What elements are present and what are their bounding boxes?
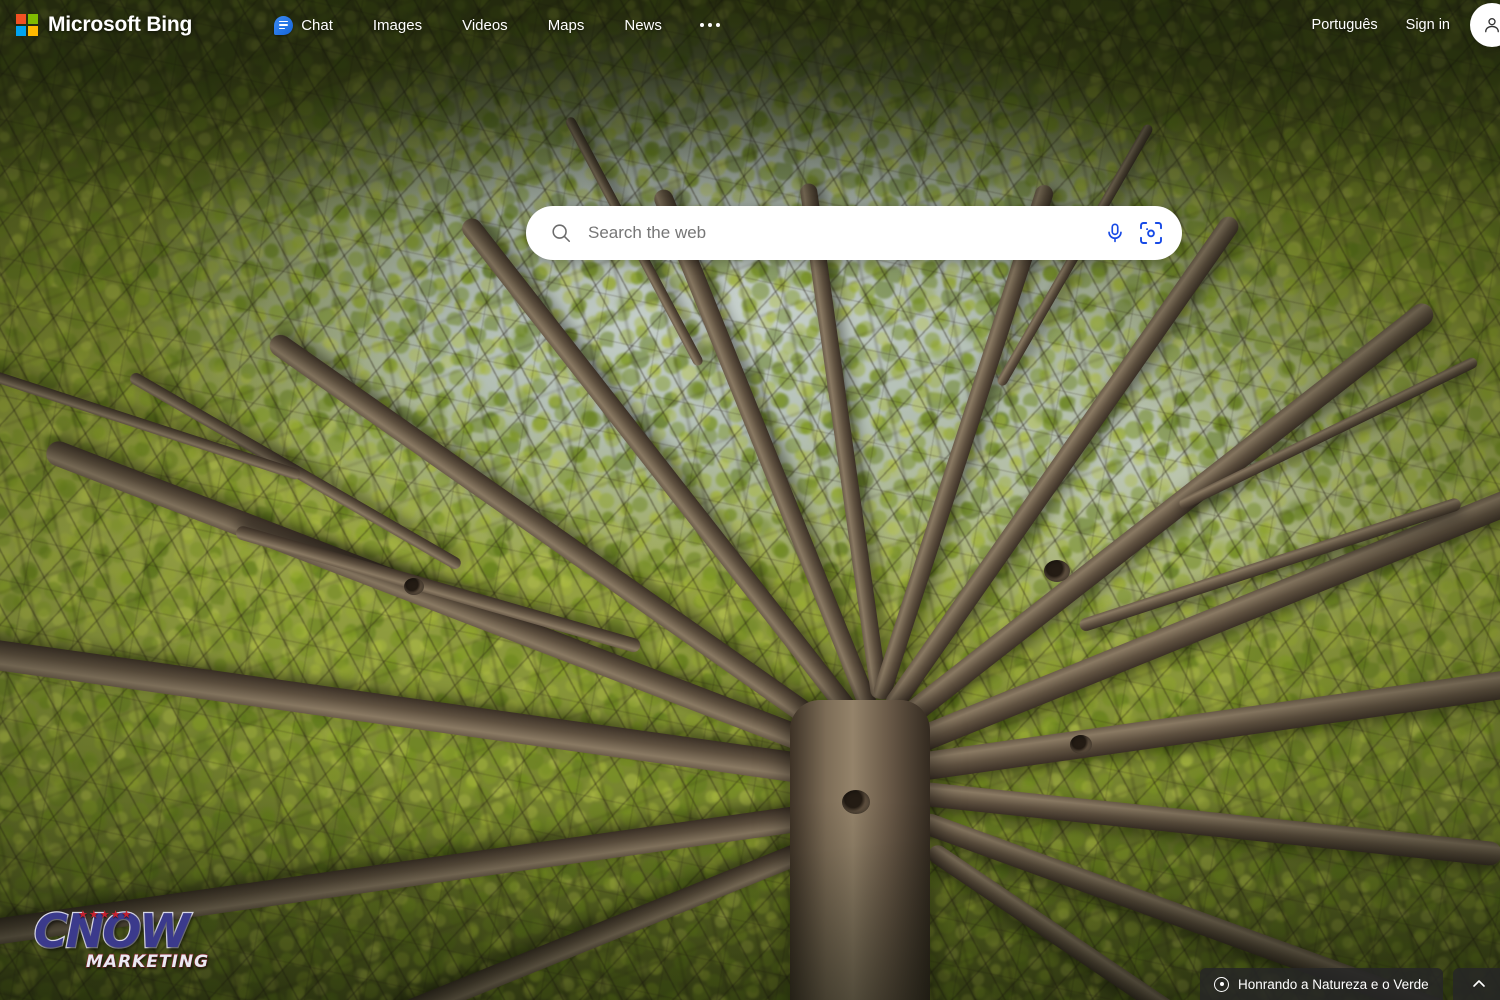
caption-text: Honrando a Natureza e o Verde: [1238, 976, 1429, 992]
person-account-icon[interactable]: [1470, 3, 1500, 47]
nav-item-maps[interactable]: Maps: [528, 11, 605, 40]
watermark-stars: ★★★★★: [78, 909, 133, 921]
nav-label-videos: Videos: [462, 16, 508, 34]
chat-bubble-icon: [274, 15, 294, 35]
background-image: [0, 0, 1500, 1000]
search-icon: [550, 222, 572, 244]
image-caption-bar[interactable]: Honrando a Natureza e o Verde: [1200, 968, 1443, 1000]
nav-label-maps: Maps: [547, 16, 585, 34]
nav-label-chat: Chat: [301, 16, 333, 34]
top-header: Microsoft Bing Chat Images Videos Maps N…: [0, 0, 1500, 50]
brand-title[interactable]: Microsoft Bing: [48, 13, 192, 37]
cnow-marketing-watermark: CNOW ★★★★★ MARKETING: [33, 902, 210, 980]
search-input[interactable]: [588, 223, 1104, 243]
person-glyph: [1485, 18, 1499, 33]
nav-item-videos[interactable]: Videos: [442, 11, 528, 40]
nav-label-news: News: [624, 16, 662, 34]
sign-in-link[interactable]: Sign in: [1392, 11, 1464, 39]
caption-expand-button[interactable]: [1452, 968, 1500, 1000]
main-nav: Chat Images Videos Maps News: [254, 10, 738, 41]
search-box[interactable]: [526, 206, 1182, 260]
watermark-sub-text: MARKETING: [85, 951, 210, 972]
chevron-up-icon: [1472, 980, 1485, 987]
ellipsis-icon[interactable]: [682, 13, 738, 37]
nav-label-images: Images: [372, 16, 423, 34]
microphone-icon[interactable]: [1104, 221, 1126, 245]
image-caption-area: Honrando a Natureza e o Verde: [1200, 968, 1500, 1000]
header-right-actions: Português Sign in: [1298, 3, 1500, 47]
microsoft-squares-logo[interactable]: [16, 14, 38, 36]
info-circle-icon: [1214, 976, 1229, 992]
background-vignette: [0, 0, 1500, 1000]
nav-item-images[interactable]: Images: [353, 11, 442, 40]
language-selector[interactable]: Português: [1298, 11, 1392, 39]
nav-item-news[interactable]: News: [604, 11, 682, 40]
visual-search-icon[interactable]: [1138, 220, 1164, 246]
nav-item-chat[interactable]: Chat: [254, 10, 353, 41]
